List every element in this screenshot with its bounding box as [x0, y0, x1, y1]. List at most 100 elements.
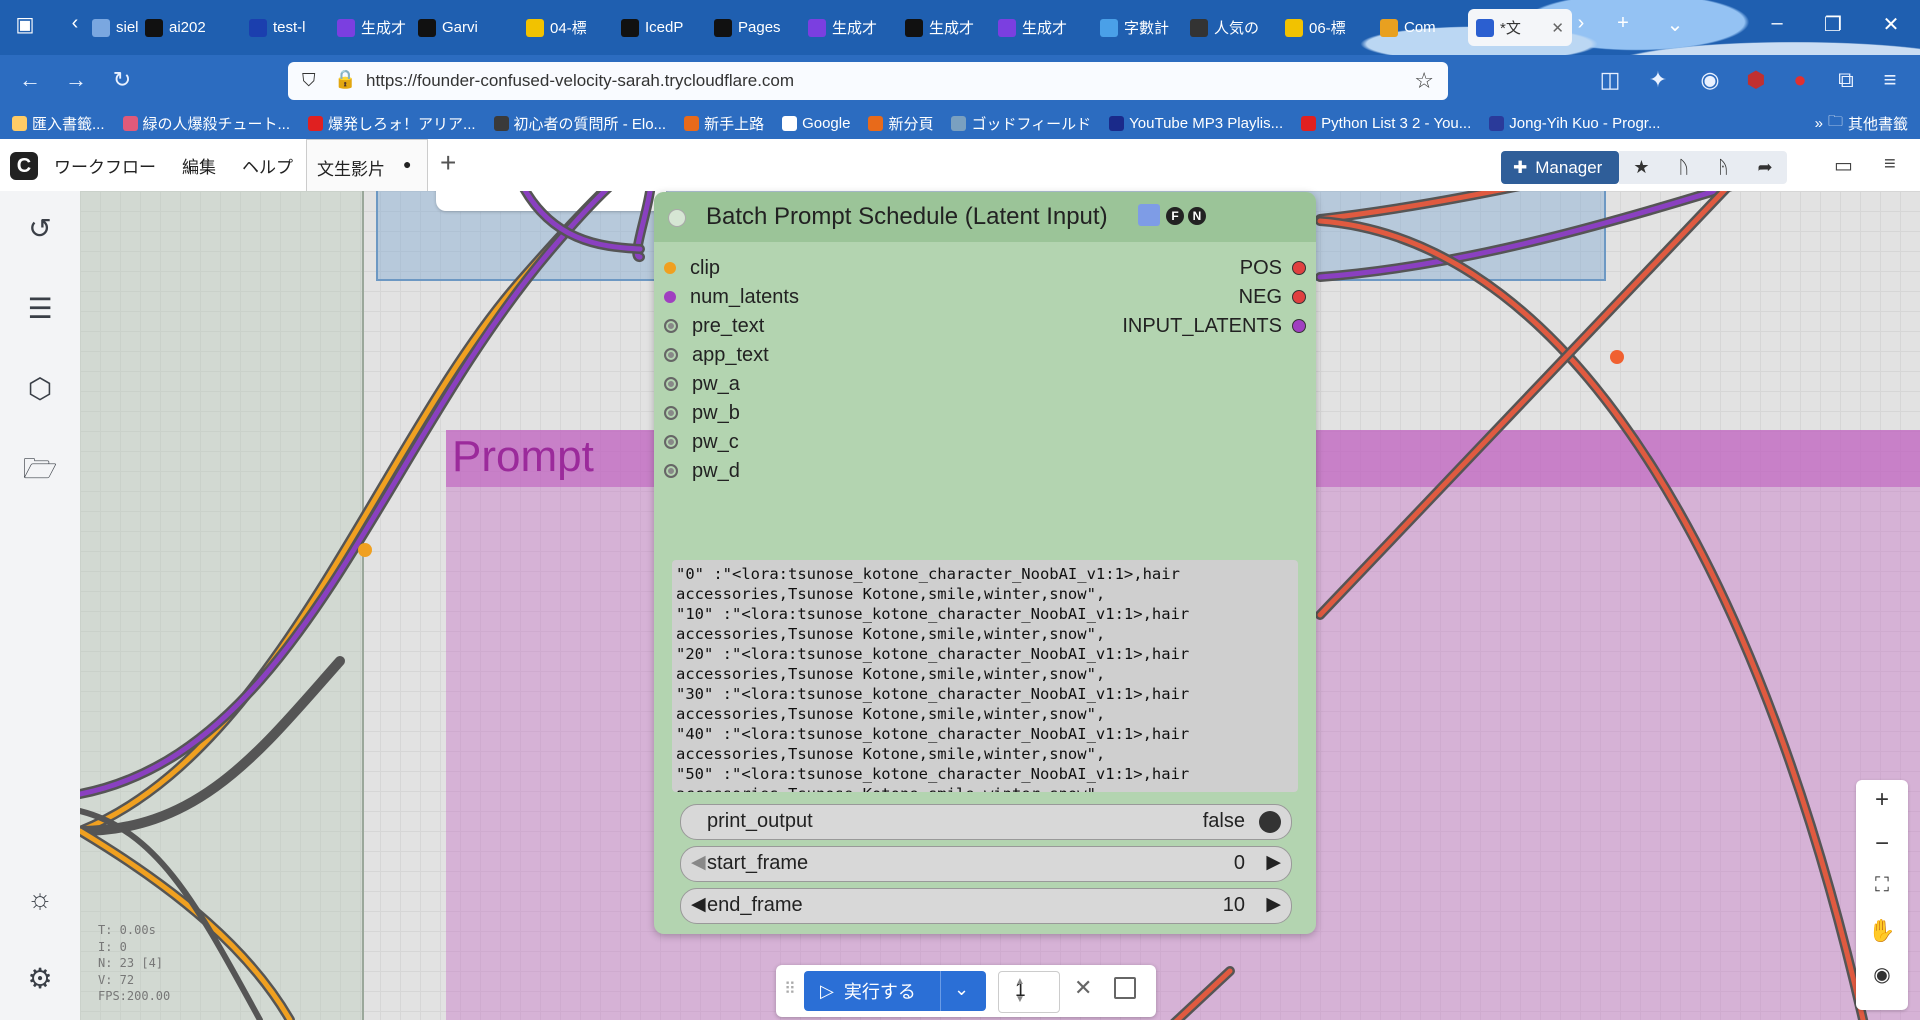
reroute-dot-orange[interactable] [358, 543, 372, 557]
reroute-dot-red[interactable] [1610, 350, 1624, 364]
chevron-more-icon[interactable]: » [1815, 115, 1823, 132]
menu-edit[interactable]: 編集 [182, 153, 216, 178]
count-up-icon[interactable]: ▲ [1015, 976, 1053, 987]
hamburger-menu-icon[interactable]: ≡ [1884, 153, 1896, 176]
input-slot-dot[interactable] [664, 291, 676, 303]
bookmark-item[interactable]: Python List 3 2 - You... [1301, 115, 1471, 132]
output-slot-dot[interactable] [1292, 261, 1306, 275]
minimize-icon[interactable]: – [1762, 12, 1792, 35]
back-icon[interactable]: ← [16, 67, 44, 93]
list-tabs-icon[interactable]: ⌄ [1660, 12, 1690, 37]
tab-active[interactable]: *文 ✕ [1468, 9, 1572, 46]
new-tab-icon[interactable]: + [1608, 12, 1638, 35]
manager-button[interactable]: ✚ Manager [1501, 151, 1619, 184]
menu-workflow[interactable]: ワークフロー [54, 153, 156, 178]
input-slot-dot[interactable] [664, 348, 678, 362]
input-slot-dot[interactable] [664, 377, 678, 391]
decrement-arrow-icon[interactable]: ◀ [691, 851, 706, 874]
extension-a-icon[interactable]: ✦ [1644, 67, 1672, 93]
model-library-icon[interactable]: ⬡ [22, 371, 58, 407]
zoom-out-icon[interactable]: − [1856, 830, 1908, 858]
workflows-folder-icon[interactable]: 🗁 [22, 451, 58, 487]
other-bookmarks-folder[interactable]: » 🗀 其他書籤 [1815, 111, 1908, 136]
input-slot-pw_a[interactable]: pw_a [664, 371, 740, 397]
forward-icon[interactable]: → [62, 67, 90, 93]
workflow-tab[interactable]: 文生影片 ● [306, 139, 428, 192]
neg-wire[interactable] [1317, 218, 1870, 1020]
model-a-icon[interactable]: ᚢ [1678, 157, 1689, 178]
bookmark-item[interactable]: 新手上路 [684, 113, 764, 134]
browser-tab[interactable]: Com [1380, 9, 1460, 46]
bookmark-item[interactable]: 初心者の質問所 - Elo... [493, 113, 666, 134]
tab-manager-icon[interactable]: ▣ [10, 12, 40, 37]
input-slot-clip[interactable]: clip [664, 255, 720, 281]
increment-arrow-icon[interactable]: ▶ [1266, 851, 1281, 874]
shield-icon[interactable]: ⛉ [302, 70, 316, 91]
add-workflow-tab-button[interactable]: + [440, 147, 456, 179]
bookmark-item[interactable]: 匯入書籤... [12, 113, 105, 134]
drag-handle-icon[interactable]: ⠿ [784, 979, 796, 999]
history-icon[interactable]: ↺ [22, 211, 58, 247]
reload-icon[interactable]: ↻ [108, 67, 136, 93]
increment-arrow-icon[interactable]: ▶ [1266, 893, 1281, 916]
stop-icon[interactable] [1114, 977, 1136, 999]
cancel-icon[interactable]: ✕ [1074, 975, 1092, 1001]
pan-hand-icon[interactable]: ✋ [1856, 918, 1908, 944]
browser-tab[interactable]: 字數計 [1100, 9, 1180, 46]
queue-count-input[interactable]: 1 ▲ ▼ [998, 971, 1060, 1013]
visibility-eye-icon[interactable]: ◉ [1856, 962, 1908, 987]
input-slot-pw_b[interactable]: pw_b [664, 400, 740, 426]
input-slot-dot[interactable] [664, 319, 678, 333]
output-slot-dot[interactable] [1292, 290, 1306, 304]
browser-tab[interactable]: 06-標 [1285, 9, 1365, 46]
bookmark-item[interactable]: Google [782, 115, 850, 132]
batch-prompt-schedule-node[interactable]: Batch Prompt Schedule (Latent Input) F N… [654, 192, 1316, 934]
input-slot-dot[interactable] [664, 435, 678, 449]
browser-tab[interactable]: IcedP [621, 9, 701, 46]
browser-tab[interactable]: ai202 [145, 9, 225, 46]
restore-icon[interactable]: ❐ [1818, 12, 1848, 37]
menu-icon[interactable]: ≡ [1876, 67, 1904, 93]
bookmark-item[interactable]: Jong-Yih Kuo - Progr... [1489, 115, 1660, 132]
extension-b-icon[interactable]: ◉ [1696, 67, 1724, 93]
start-frame-stepper[interactable]: ◀ start_frame 0 ▶ [680, 846, 1292, 882]
pocket-icon[interactable]: ◫ [1596, 67, 1624, 93]
input-slot-num_latents[interactable]: num_latents [664, 284, 799, 310]
node-library-icon[interactable]: ☰ [22, 291, 58, 327]
node-header[interactable]: Batch Prompt Schedule (Latent Input) F N [654, 192, 1316, 242]
extension-c-icon[interactable]: ● [1786, 67, 1814, 93]
ublock-icon[interactable]: ⬢ [1742, 67, 1770, 93]
run-button[interactable]: ▷ 実行する ⌄ [804, 971, 986, 1011]
bookmark-item[interactable]: YouTube MP3 Playlis... [1109, 115, 1283, 132]
cond-wire-diagonal[interactable] [1317, 191, 1800, 618]
input-slot-dot[interactable] [664, 262, 676, 274]
browser-tab[interactable]: 生成才 [808, 9, 888, 46]
print-output-toggle[interactable]: print_output false [680, 804, 1292, 840]
browser-tab[interactable]: 04-標 [526, 9, 606, 46]
input-slot-dot[interactable] [664, 464, 678, 478]
browser-tab[interactable]: 人気の [1190, 9, 1270, 46]
input-slot-pw_c[interactable]: pw_c [664, 429, 739, 455]
toggle-panel-icon[interactable]: ▭ [1834, 153, 1853, 178]
tab-scroll-right-icon[interactable]: › [1566, 12, 1596, 35]
browser-tab[interactable]: test-l [249, 9, 329, 46]
run-options-chevron-icon[interactable]: ⌄ [954, 979, 969, 1000]
star-icon[interactable]: ★ [1633, 157, 1649, 178]
output-slot-pos[interactable]: POS [1240, 255, 1306, 281]
tab-scroll-left-icon[interactable]: ‹ [60, 12, 90, 35]
menu-help[interactable]: ヘルプ [242, 153, 293, 178]
decrement-arrow-icon[interactable]: ◀ [691, 893, 706, 916]
prompt-schedule-textarea[interactable]: "0" :"<lora:tsunose_kotone_character_Noo… [672, 560, 1298, 792]
browser-tab[interactable]: 生成才 [337, 9, 417, 46]
input-slot-dot[interactable] [664, 406, 678, 420]
zoom-in-icon[interactable]: + [1856, 786, 1908, 814]
extensions-icon[interactable]: ⧉ [1832, 67, 1860, 93]
end-frame-stepper[interactable]: ◀ end_frame 10 ▶ [680, 888, 1292, 924]
comfy-logo[interactable]: C [10, 152, 38, 180]
latent-wire-in[interactable] [80, 191, 653, 797]
tab-close-icon[interactable]: ✕ [1551, 19, 1564, 37]
bookmark-item[interactable]: 爆発しろォ！アリア... [308, 113, 476, 134]
close-window-icon[interactable]: ✕ [1876, 12, 1906, 37]
share-icon[interactable]: ➦ [1758, 157, 1773, 178]
url-bar[interactable]: ⛉ 🔒 https://founder-confused-velocity-sa… [288, 62, 1448, 100]
